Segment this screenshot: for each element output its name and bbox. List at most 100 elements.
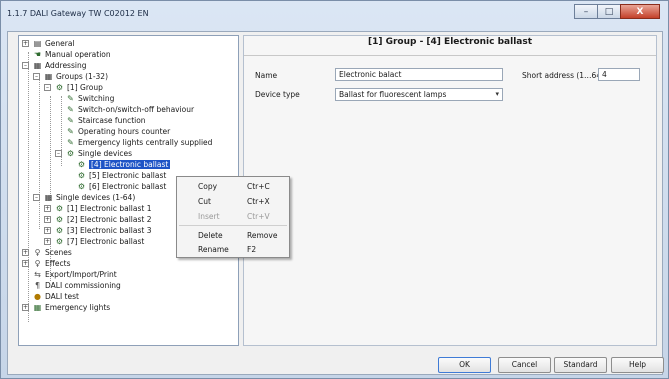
tree-item-label: Addressing [45,61,87,70]
tree-item-ballast-2[interactable]: + ⚙ [2] Electronic ballast 2 [44,214,152,225]
menu-item-rename[interactable]: Rename F2 [177,243,289,256]
menu-item-shortcut: Ctr+V [247,212,270,221]
tree-item-commissioning[interactable]: ¶ DALI commissioning [33,280,121,291]
tree-item-label: [7] Electronic ballast [67,237,145,246]
tree-item-emergency-central[interactable]: ✎ Emergency lights centrally supplied [66,137,212,148]
title-bar: 1.1.7 DALI Gateway TW C02012 EN – □ X [1,1,668,27]
menu-item-cut[interactable]: Cut Ctr+X [177,195,289,208]
expand-toggle-icon[interactable]: + [44,216,51,223]
collapse-toggle-icon[interactable]: – [22,62,29,69]
parameter-icon: ✎ [67,94,74,103]
tree-item-label: Single devices [78,149,132,158]
parameter-panel [243,35,657,346]
expand-toggle-icon[interactable]: + [44,238,51,245]
parameter-icon: ✎ [67,105,74,114]
device-type-value: Ballast for fluorescent lamps [339,90,447,99]
collapse-toggle-icon[interactable]: – [33,73,40,80]
tree-item-label-selected: [4] Electronic ballast [89,160,171,169]
collapse-toggle-icon[interactable]: + [22,40,29,47]
expand-toggle-icon[interactable]: + [22,304,29,311]
help-button[interactable]: Help [611,357,664,373]
ballast-icon: ⚙ [77,171,86,180]
device-type-label: Device type [255,90,300,99]
menu-item-insert: Insert Ctr+V [177,210,289,223]
tree-item-addressing[interactable]: – ▦ Addressing [22,60,86,71]
tree-item-general[interactable]: + ▤ General [22,38,75,49]
tree-connector [28,52,29,322]
ballast-icon: ⚙ [55,215,64,224]
expand-toggle-icon[interactable]: + [44,205,51,212]
tree-item-label: Emergency lights centrally supplied [78,138,213,147]
menu-item-delete[interactable]: Delete Remove [177,229,289,242]
window-controls: – □ X [574,4,660,19]
tree-item-ballast-7[interactable]: + ⚙ [7] Electronic ballast [44,236,144,247]
tree-item-label: Switching [78,94,115,103]
tree-item-ballast-4[interactable]: ⚙ [4] Electronic ballast [77,159,171,170]
tree-item-emergency-lights[interactable]: + ▦ Emergency lights [22,302,110,313]
menu-item-label: Rename [198,245,229,254]
ok-button[interactable]: OK [438,357,491,373]
short-address-field[interactable]: 4 [598,68,640,81]
tree-item-label: Scenes [45,248,72,257]
tree-item-switch-behaviour[interactable]: ✎ Switch-on/switch-off behaviour [66,104,194,115]
tree-item-label: DALI commissioning [45,281,121,290]
parameter-icon: ✎ [67,116,74,125]
maximize-button[interactable]: □ [597,4,621,19]
menu-item-shortcut: Ctr+X [247,197,270,206]
menu-item-label: Insert [198,212,220,221]
tree-item-ballast-1[interactable]: + ⚙ [1] Electronic ballast 1 [44,203,152,214]
expand-toggle-icon[interactable]: + [44,227,51,234]
tree-item-manual-operation[interactable]: ☚ Manual operation [33,49,111,60]
expand-toggle-icon[interactable]: + [22,260,29,267]
export-icon: ⇆ [34,270,41,279]
tree-item-label: Operating hours counter [78,127,171,136]
menu-item-shortcut: Ctr+C [247,182,270,191]
tree-item-label: [3] Electronic ballast 3 [67,226,152,235]
standard-button[interactable]: Standard [554,357,607,373]
close-button[interactable]: X [620,4,660,19]
test-icon: ● [34,292,41,301]
group-icon: ⚙ [55,83,64,92]
tree-item-label: Switch-on/switch-off behaviour [78,105,195,114]
manual-operation-icon: ☚ [33,50,42,59]
tree-item-single-devices[interactable]: – ⚙ Single devices [55,148,132,159]
tree-item-ballast-3[interactable]: + ⚙ [3] Electronic ballast 3 [44,225,152,236]
minimize-button[interactable]: – [574,4,598,19]
ballast-icon: ⚙ [55,204,64,213]
tree-item-label: [1] Electronic ballast 1 [67,204,152,213]
collapse-toggle-icon[interactable]: – [44,84,51,91]
chevron-down-icon[interactable]: ▾ [495,89,499,100]
tree-item-single-devices-64[interactable]: – ▦ Single devices (1-64) [33,192,135,203]
menu-item-copy[interactable]: Copy Ctr+C [177,180,289,193]
parameter-icon: ✎ [67,127,74,136]
name-field[interactable]: Electronic balact [335,68,503,81]
tree-item-groups[interactable]: – ▦ Groups (1-32) [33,71,108,82]
tree-item-label: Single devices (1-64) [56,193,136,202]
tree-item-switching[interactable]: ✎ Switching [66,93,114,104]
tree-item-effects[interactable]: + ♀ Effects [22,258,71,269]
tree-item-export[interactable]: ⇆ Export/Import/Print [33,269,117,280]
collapse-toggle-icon[interactable]: – [33,194,40,201]
tree-item-label: [6] Electronic ballast [89,182,167,191]
tree-item-scenes[interactable]: + ♀ Scenes [22,247,72,258]
cancel-button[interactable]: Cancel [498,357,551,373]
commissioning-icon: ¶ [34,281,41,290]
application-window: 1.1.7 DALI Gateway TW C02012 EN – □ X + … [0,0,669,379]
device-type-select[interactable]: Ballast for fluorescent lamps ▾ [335,88,503,101]
menu-item-shortcut: F2 [247,245,257,254]
tree-item-ballast-6[interactable]: ⚙ [6] Electronic ballast [77,181,166,192]
tree-item-label: General [45,39,75,48]
tree-item-staircase[interactable]: ✎ Staircase function [66,115,145,126]
ballast-icon: ⚙ [77,182,86,191]
expand-toggle-icon[interactable]: + [22,249,29,256]
tree-item-ballast-5[interactable]: ⚙ [5] Electronic ballast [77,170,166,181]
tree-item-group-1[interactable]: – ⚙ [1] Group [44,82,103,93]
ballast-icon: ⚙ [55,226,64,235]
collapse-toggle-icon[interactable]: – [55,150,62,157]
scenes-icon: ♀ [34,248,41,257]
name-label: Name [255,71,278,80]
menu-item-label: Copy [198,182,218,191]
tree-item-operating-hours[interactable]: ✎ Operating hours counter [66,126,170,137]
tree-item-dali-test[interactable]: ● DALI test [33,291,79,302]
addressing-icon: ▦ [33,61,42,70]
